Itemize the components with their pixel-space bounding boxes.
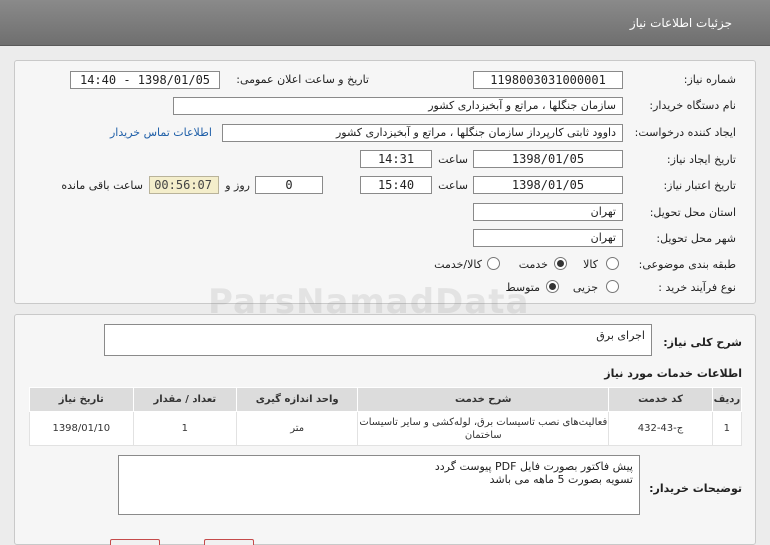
validity-time-label: ساعت xyxy=(438,179,468,192)
buyer-contact-link[interactable]: اطلاعات تماس خریدار xyxy=(110,126,212,139)
category-label: طبقه بندی موضوعی: xyxy=(638,258,736,271)
announce-label: تاریخ و ساعت اعلان عمومی: xyxy=(236,73,369,86)
col-unit: واحد اندازه گیری xyxy=(236,387,359,412)
col-date: تاریخ نیاز xyxy=(29,387,134,412)
col-row: ردیف xyxy=(711,387,743,412)
table-row[interactable]: 1 ج-43-432 فعالیت‌های نصب تاسیسات برق، ل… xyxy=(29,411,743,446)
created-date-label: تاریخ ایجاد نیاز: xyxy=(666,153,736,166)
need-number-label: شماره نیاز: xyxy=(683,73,736,86)
action-button-1[interactable] xyxy=(110,539,160,545)
days-label: روز و xyxy=(225,179,250,192)
buyer-org-label: نام دستگاه خریدار: xyxy=(649,99,736,112)
validity-date-label: تاریخ اعتبار نیاز: xyxy=(663,179,736,192)
cell-qty: 1 xyxy=(132,411,238,446)
col-qty: تعداد / مقدار xyxy=(132,387,238,412)
category-service-radio[interactable] xyxy=(554,257,567,270)
page-header: جزئیات اطلاعات نیاز xyxy=(0,0,770,46)
cell-code: ج-43-432 xyxy=(608,411,713,446)
days-remaining-field[interactable]: 0 xyxy=(255,176,323,194)
province-field[interactable]: تهران xyxy=(473,203,623,221)
category-both-radio[interactable] xyxy=(487,257,500,270)
cell-unit: متر xyxy=(236,411,359,446)
notes-field[interactable]: پیش فاکتور بصورت فایل PDF پیوست گردد تسو… xyxy=(118,455,640,515)
cell-desc: فعالیت‌های نصب تاسیسات برق، لوله‌کشی و س… xyxy=(357,411,610,446)
table-header-row: ردیف کد خدمت شرح خدمت واحد اندازه گیری ت… xyxy=(29,387,743,412)
cell-row: 1 xyxy=(711,411,743,446)
need-number-field[interactable]: 1198003031000001 xyxy=(473,71,623,89)
announce-field[interactable]: 1398/01/05 - 14:40 xyxy=(70,71,220,89)
process-medium-radio[interactable] xyxy=(546,280,559,293)
city-label: شهر محل تحویل: xyxy=(656,232,736,245)
created-time-field[interactable]: 14:31 xyxy=(360,150,432,168)
notes-label: توضیحات خریدار: xyxy=(649,482,742,495)
category-goods-radio[interactable] xyxy=(606,257,619,270)
validity-date-field[interactable]: 1398/01/05 xyxy=(473,176,623,194)
province-label: استان محل تحویل: xyxy=(649,206,736,219)
buyer-org-field[interactable]: سازمان جنگلها ، مراتع و آبخیزداری کشور xyxy=(173,97,623,115)
summary-field[interactable]: اجرای برق xyxy=(104,324,652,356)
category-both-label: کالا/خدمت xyxy=(434,258,482,271)
requester-label: ایجاد کننده درخواست: xyxy=(634,126,736,139)
col-desc: شرح خدمت xyxy=(357,387,610,412)
services-table: ردیف کد خدمت شرح خدمت واحد اندازه گیری ت… xyxy=(29,387,743,446)
remaining-label: ساعت باقی مانده xyxy=(61,179,143,192)
category-goods-label: کالا xyxy=(583,258,598,271)
watermark-text: ParsNamadData xyxy=(208,282,530,322)
action-button-2[interactable] xyxy=(204,539,254,545)
requester-field[interactable]: داوود ثابتی کارپرداز سازمان جنگلها ، مرا… xyxy=(222,124,623,142)
process-label: نوع فرآیند خرید : xyxy=(658,281,736,294)
created-time-label: ساعت xyxy=(438,153,468,166)
notes-line-1: پیش فاکتور بصورت فایل PDF پیوست گردد xyxy=(434,460,633,473)
validity-time-field[interactable]: 15:40 xyxy=(360,176,432,194)
remaining-timer: 00:56:07 xyxy=(149,176,219,194)
col-code: کد خدمت xyxy=(608,387,713,412)
process-minor-label: جزیی xyxy=(572,281,598,294)
cell-date: 1398/01/10 xyxy=(29,411,134,446)
page-title: جزئیات اطلاعات نیاز xyxy=(629,16,732,30)
process-minor-radio[interactable] xyxy=(606,280,619,293)
summary-label: شرح کلی نیاز: xyxy=(663,336,742,349)
category-service-label: خدمت xyxy=(518,258,548,271)
services-title: اطلاعات خدمات مورد نیاز xyxy=(604,367,742,380)
created-date-field[interactable]: 1398/01/05 xyxy=(473,150,623,168)
notes-line-2: تسویه بصورت 5 ماهه می باشد xyxy=(489,473,633,486)
city-field[interactable]: تهران xyxy=(473,229,623,247)
